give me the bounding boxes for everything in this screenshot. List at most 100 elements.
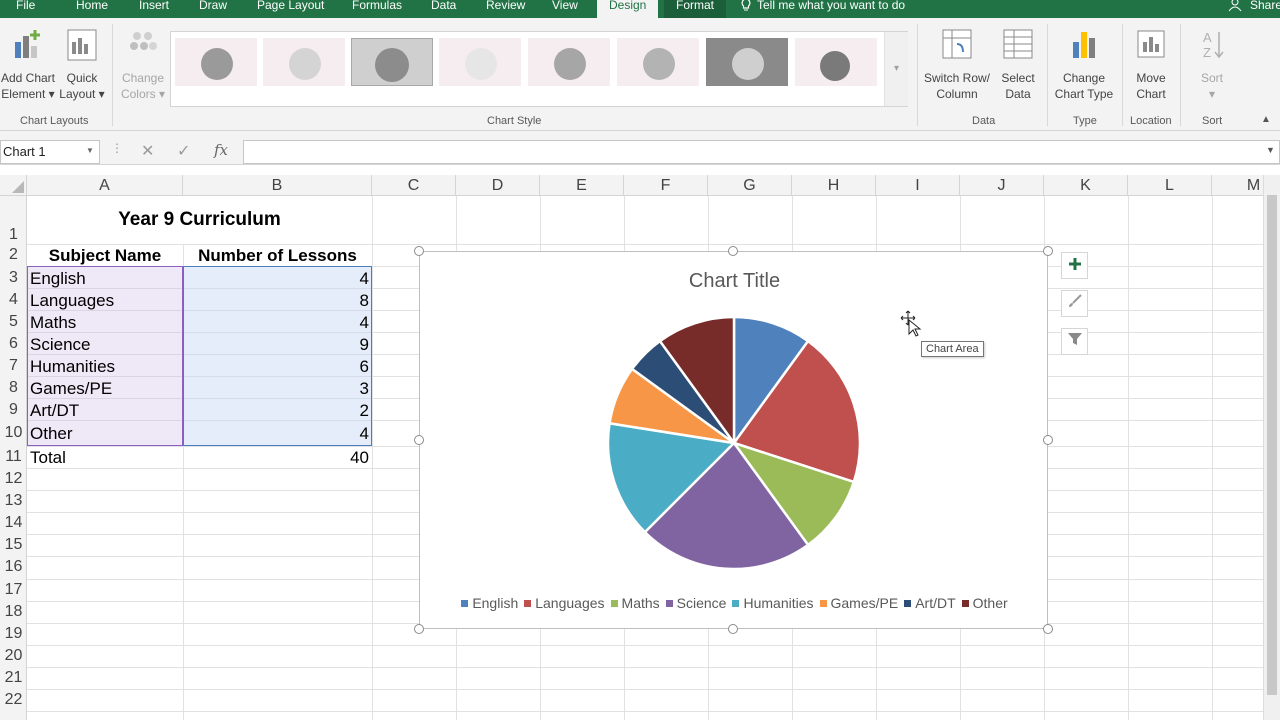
expand-formula-bar-icon[interactable]: ▼ (1266, 145, 1275, 155)
row-header-12[interactable]: 12 (0, 470, 27, 488)
tab-file[interactable]: File (16, 0, 35, 18)
select-data-button[interactable]: Select Data (996, 28, 1040, 102)
resize-handle-bottom-left[interactable] (414, 624, 424, 634)
resize-handle-left[interactable] (414, 435, 424, 445)
quick-layout-button[interactable]: Quick Layout ▾ (58, 28, 106, 102)
resize-handle-bottom[interactable] (728, 624, 738, 634)
user-icon[interactable] (1228, 0, 1242, 15)
row-header-15[interactable]: 15 (0, 536, 27, 554)
cell-lessons[interactable]: 8 (183, 291, 369, 311)
cell-lessons[interactable]: 3 (183, 379, 369, 399)
tab-data[interactable]: Data (431, 0, 456, 18)
column-header-j[interactable]: J (960, 175, 1044, 196)
chart-legend[interactable]: English Languages Maths Science Humanities Ga… (420, 595, 1049, 611)
tab-review[interactable]: Review (486, 0, 525, 18)
cell-lessons[interactable]: 6 (183, 357, 369, 377)
row-header-11[interactable]: 11 (0, 448, 27, 466)
row-header-17[interactable]: 17 (0, 581, 27, 599)
chart-style-6[interactable] (617, 38, 699, 86)
cell-lessons[interactable]: 4 (183, 269, 369, 289)
row-header-1[interactable]: 1 (0, 226, 27, 244)
chart-filters-button[interactable] (1061, 328, 1088, 355)
column-header-e[interactable]: E (540, 175, 624, 196)
cell-lessons[interactable]: 9 (183, 335, 369, 355)
tell-me-search[interactable]: Tell me what you want to do (757, 0, 905, 18)
legend-entry[interactable]: Languages (524, 595, 605, 611)
formula-input[interactable] (243, 140, 1280, 164)
legend-entry[interactable]: Maths (610, 595, 660, 611)
row-header-18[interactable]: 18 (0, 603, 27, 621)
chart-style-8[interactable] (795, 38, 877, 86)
column-header-b[interactable]: B (183, 175, 372, 196)
enter-icon[interactable]: ✓ (177, 141, 190, 161)
header-number-of-lessons[interactable]: Number of Lessons (183, 246, 372, 266)
resize-handle-right[interactable] (1043, 435, 1053, 445)
tab-formulas[interactable]: Formulas (352, 0, 402, 18)
chart-style-3[interactable] (351, 38, 433, 86)
change-chart-type-button[interactable]: Change Chart Type (1052, 28, 1116, 102)
share-button[interactable]: Share (1250, 0, 1280, 18)
tab-view[interactable]: View (552, 0, 578, 18)
chart-style-7[interactable] (706, 38, 788, 86)
cell-subject[interactable]: Science (30, 335, 90, 355)
resize-handle-top-left[interactable] (414, 246, 424, 256)
row-header-13[interactable]: 13 (0, 492, 27, 510)
row-header-2[interactable]: 2 (0, 246, 27, 264)
chart-area[interactable]: Chart Title English Languages Maths Science… (419, 251, 1048, 629)
chart-style-1[interactable] (175, 38, 257, 86)
row-header-8[interactable]: 8 (0, 379, 27, 397)
resize-handle-top-right[interactable] (1043, 246, 1053, 256)
switch-row-column-button[interactable]: Switch Row/ Column (922, 28, 992, 102)
resize-handle-bottom-right[interactable] (1043, 624, 1053, 634)
chart-style-5[interactable] (528, 38, 610, 86)
cell-subject[interactable]: Other (30, 424, 73, 444)
cell-total-value[interactable]: 40 (183, 448, 369, 468)
chart-styles-button[interactable] (1061, 290, 1088, 317)
row-header-9[interactable]: 9 (0, 401, 27, 419)
tab-draw[interactable]: Draw (199, 0, 227, 18)
row-header-7[interactable]: 7 (0, 357, 27, 375)
row-header-20[interactable]: 20 (0, 647, 27, 665)
header-subject-name[interactable]: Subject Name (27, 246, 183, 266)
cell-lessons[interactable]: 4 (183, 424, 369, 444)
tab-insert[interactable]: Insert (139, 0, 169, 18)
chart-style-2[interactable] (263, 38, 345, 86)
column-header-k[interactable]: K (1044, 175, 1128, 196)
column-header-a[interactable]: A (27, 175, 183, 196)
chart-style-4[interactable] (439, 38, 521, 86)
tab-design[interactable]: Design (597, 0, 659, 18)
tab-format[interactable]: Format (664, 0, 727, 18)
select-all-button[interactable] (0, 175, 27, 196)
column-header-h[interactable]: H (792, 175, 876, 196)
collapse-ribbon-icon[interactable]: ▲ (1261, 114, 1271, 125)
pie-chart-plot[interactable] (420, 252, 1049, 582)
move-chart-button[interactable]: Move Chart (1128, 28, 1174, 102)
legend-entry[interactable]: Other (961, 595, 1008, 611)
change-colors-button[interactable]: Change Colors ▾ (118, 28, 168, 102)
cell-subject[interactable]: Humanities (30, 357, 115, 377)
sort-button[interactable]: AZ Sort ▾ (1186, 28, 1238, 102)
row-header-10[interactable]: 10 (0, 424, 27, 442)
chart-elements-button[interactable] (1061, 252, 1088, 279)
column-header-i[interactable]: I (876, 175, 960, 196)
column-header-d[interactable]: D (456, 175, 540, 196)
resize-handle-top[interactable] (728, 246, 738, 256)
cell-subject[interactable]: Art/DT (30, 401, 79, 421)
row-header-19[interactable]: 19 (0, 625, 27, 643)
cell-lessons[interactable]: 4 (183, 313, 369, 333)
cell-lessons[interactable]: 2 (183, 401, 369, 421)
row-header-22[interactable]: 22 (0, 691, 27, 709)
name-box[interactable]: Chart 1 (0, 140, 100, 164)
row-header-4[interactable]: 4 (0, 291, 27, 309)
row-header-5[interactable]: 5 (0, 313, 27, 331)
row-header-21[interactable]: 21 (0, 669, 27, 687)
cell-subject[interactable]: Languages (30, 291, 114, 311)
tab-page-layout[interactable]: Page Layout (257, 0, 324, 18)
chart-styles-more-button[interactable]: ▾ (884, 32, 908, 106)
add-chart-element-button[interactable]: Add Chart Element ▾ (0, 28, 56, 102)
cell-subject[interactable]: Games/PE (30, 379, 112, 399)
row-header-16[interactable]: 16 (0, 558, 27, 576)
insert-function-button[interactable]: fx (214, 141, 228, 159)
cell-total-label[interactable]: Total (30, 448, 66, 468)
legend-entry[interactable]: Art/DT (904, 595, 956, 611)
